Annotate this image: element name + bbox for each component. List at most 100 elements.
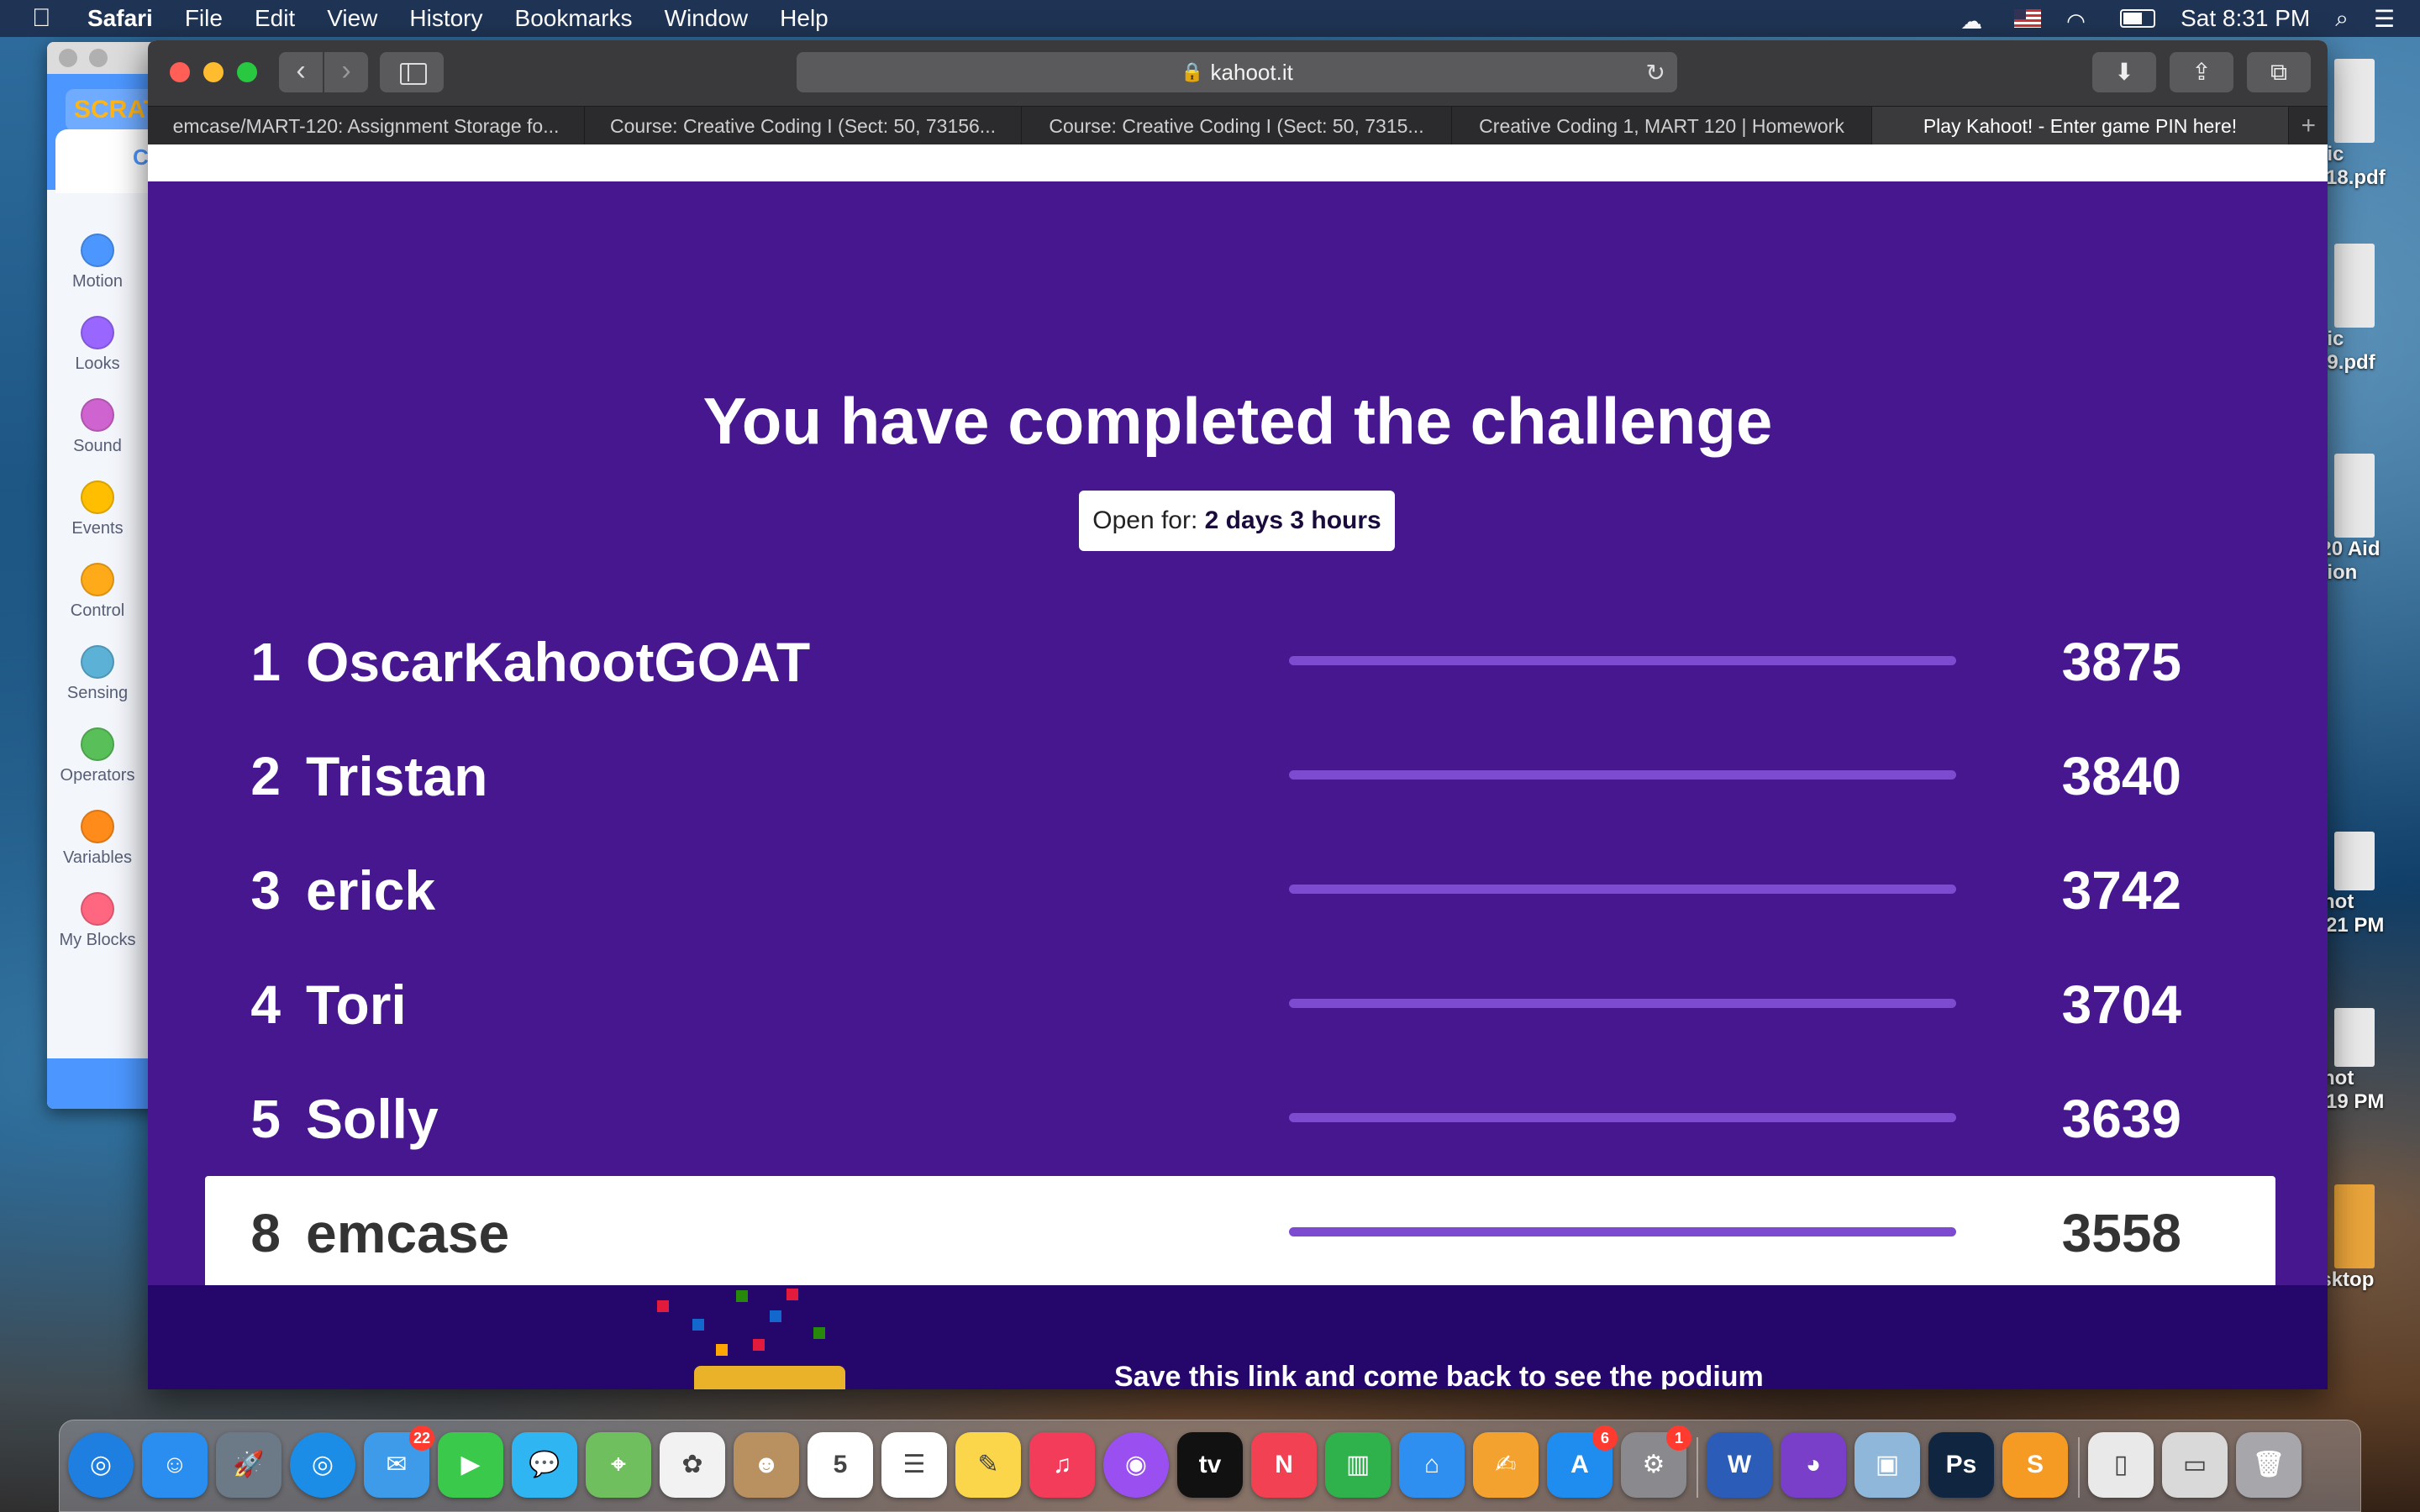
notification-badge: 6	[1592, 1425, 1618, 1451]
safari-glyph: ◎	[89, 1451, 113, 1478]
pages-icon[interactable]: ✍	[1473, 1432, 1539, 1498]
notification-center-icon[interactable]: ☰	[2374, 5, 2395, 33]
address-bar[interactable]: 🔒 kahoot.it ↻	[797, 52, 1677, 92]
podcasts-icon[interactable]: ◉	[1103, 1432, 1169, 1498]
menu-view[interactable]: View	[327, 5, 377, 32]
category-label: Looks	[75, 354, 120, 373]
menu-history[interactable]: History	[409, 5, 482, 32]
mail-icon[interactable]: ✉ 22	[364, 1425, 434, 1498]
numbers-icon[interactable]: ▥	[1325, 1432, 1391, 1498]
tab-overview-button[interactable]: ⧉	[2247, 52, 2311, 92]
word-icon[interactable]: W	[1707, 1432, 1772, 1498]
safari-app-icon[interactable]: ◎	[290, 1432, 355, 1498]
category-motion[interactable]: Motion	[47, 234, 148, 311]
category-label: Events	[71, 519, 124, 538]
menu-clock[interactable]: Sat 8:31 PM	[2181, 5, 2310, 32]
close-window-icon[interactable]	[170, 62, 190, 82]
results-panel: You have completed the challenge Open fo…	[148, 181, 2328, 1290]
menu-help[interactable]: Help	[780, 5, 829, 32]
photos-icon[interactable]: ✿	[660, 1432, 725, 1498]
documents-icon[interactable]: ▯	[2088, 1432, 2154, 1498]
keynote-glyph: ⌂	[1423, 1451, 1440, 1478]
new-tab-button[interactable]: +	[2289, 107, 2328, 144]
reminders-glyph: ☰	[902, 1451, 926, 1478]
category-label: Operators	[60, 766, 135, 785]
sound-dot-icon	[81, 398, 114, 432]
spotlight-icon[interactable]: ⌕	[2335, 5, 2349, 33]
notes-icon[interactable]: ✎	[955, 1432, 1021, 1498]
open-for-badge: Open for: 2 days 3 hours	[1079, 491, 1395, 551]
menu-file[interactable]: File	[185, 5, 223, 32]
photoshop-icon[interactable]: Ps	[1928, 1432, 1994, 1498]
creative-cloud-icon[interactable]: ☁	[1960, 8, 1989, 34]
trash-icon[interactable]: 🗑	[2236, 1432, 2302, 1498]
safari-toolbar: ‹ › 🔒 kahoot.it ↻ ⬇ ⇪ ⧉	[148, 40, 2328, 106]
minimize-icon[interactable]	[89, 49, 108, 67]
music-icon[interactable]: ♫	[1029, 1432, 1095, 1498]
launchpad-icon[interactable]: 🚀	[216, 1432, 281, 1498]
facetime-icon[interactable]: ▶	[438, 1432, 503, 1498]
reload-icon[interactable]: ↻	[1646, 59, 1665, 87]
mail-glyph: ✉	[386, 1451, 408, 1478]
maps-icon[interactable]: ⌖	[586, 1432, 651, 1498]
input-source-flag-icon[interactable]	[2014, 9, 2042, 28]
menu-edit[interactable]: Edit	[255, 5, 295, 32]
confetti-icon	[753, 1339, 765, 1351]
score-bar	[1289, 999, 1956, 1008]
battery-icon[interactable]	[2120, 9, 2156, 28]
zoom-window-icon[interactable]	[237, 62, 257, 82]
close-icon[interactable]	[59, 49, 77, 67]
scratch-add-extension-button[interactable]	[47, 1058, 165, 1109]
player-score: 3875	[2061, 632, 2181, 692]
safari-icon[interactable]: ◎	[68, 1432, 134, 1498]
kahoot-page: You have completed the challenge Open fo…	[148, 144, 2328, 1389]
screenshot-icon[interactable]: ▭	[2162, 1432, 2228, 1498]
forward-button[interactable]: ›	[324, 52, 368, 92]
github-icon[interactable]: ◕	[1781, 1432, 1846, 1498]
messages-icon[interactable]: 💬	[512, 1432, 577, 1498]
minimize-window-icon[interactable]	[203, 62, 224, 82]
category-sensing[interactable]: Sensing	[47, 645, 148, 722]
keynote-icon[interactable]: ⌂	[1399, 1432, 1465, 1498]
category-looks[interactable]: Looks	[47, 316, 148, 393]
tab-creative-coding-course-2[interactable]: Course: Creative Coding I (Sect: 50, 731…	[1022, 107, 1452, 145]
share-button[interactable]: ⇪	[2170, 52, 2233, 92]
tab-assignment-storage[interactable]: emcase/MART-120: Assignment Storage fo..…	[148, 107, 585, 145]
player-name: emcase	[306, 1202, 510, 1264]
tab-creative-coding-course-1[interactable]: Course: Creative Coding I (Sect: 50, 731…	[585, 107, 1022, 145]
reminders-icon[interactable]: ☰	[881, 1432, 947, 1498]
tv-icon[interactable]: tv	[1177, 1432, 1243, 1498]
leaderboard-row: 3 erick 3742	[205, 833, 2275, 948]
back-button[interactable]: ‹	[279, 52, 323, 92]
category-my-blocks[interactable]: My Blocks	[47, 892, 148, 969]
category-variables[interactable]: Variables	[47, 810, 148, 887]
sublime-icon[interactable]: S	[2002, 1432, 2068, 1498]
wifi-icon[interactable]: ◠	[2066, 8, 2095, 34]
contacts-icon[interactable]: ☻	[734, 1432, 799, 1498]
apple-menu-icon[interactable]: 	[32, 4, 69, 33]
sidebar-toggle-button[interactable]	[380, 52, 444, 92]
downloads-button[interactable]: ⬇	[2092, 52, 2156, 92]
photos-glyph: ✿	[681, 1451, 703, 1478]
preview-icon[interactable]: ▣	[1854, 1432, 1920, 1498]
finder-icon[interactable]: ☺	[142, 1432, 208, 1498]
news-icon[interactable]: N	[1251, 1432, 1317, 1498]
pdf-file-icon	[2334, 244, 2375, 328]
events-dot-icon	[81, 480, 114, 514]
finder-glyph: ☺	[161, 1451, 188, 1478]
tab-homework[interactable]: Creative Coding 1, MART 120 | Homework	[1452, 107, 1872, 145]
category-events[interactable]: Events	[47, 480, 148, 558]
category-control[interactable]: Control	[47, 563, 148, 640]
calendar-icon[interactable]: 5	[808, 1432, 873, 1498]
menu-window[interactable]: Window	[665, 5, 749, 32]
folder-icon	[2334, 1184, 2375, 1268]
tab-play-kahoot[interactable]: Play Kahoot! - Enter game PIN here!	[1872, 107, 2289, 145]
menu-bookmarks[interactable]: Bookmarks	[515, 5, 633, 32]
menu-bar:  Safari File Edit View History Bookmark…	[0, 0, 2420, 37]
app-store-icon[interactable]: A6	[1547, 1425, 1618, 1498]
system-preferences-icon[interactable]: ⚙ 1	[1621, 1425, 1691, 1498]
maps-glyph: ⌖	[611, 1451, 626, 1478]
category-operators[interactable]: Operators	[47, 727, 148, 805]
category-sound[interactable]: Sound	[47, 398, 148, 475]
app-menu[interactable]: Safari	[87, 5, 153, 32]
